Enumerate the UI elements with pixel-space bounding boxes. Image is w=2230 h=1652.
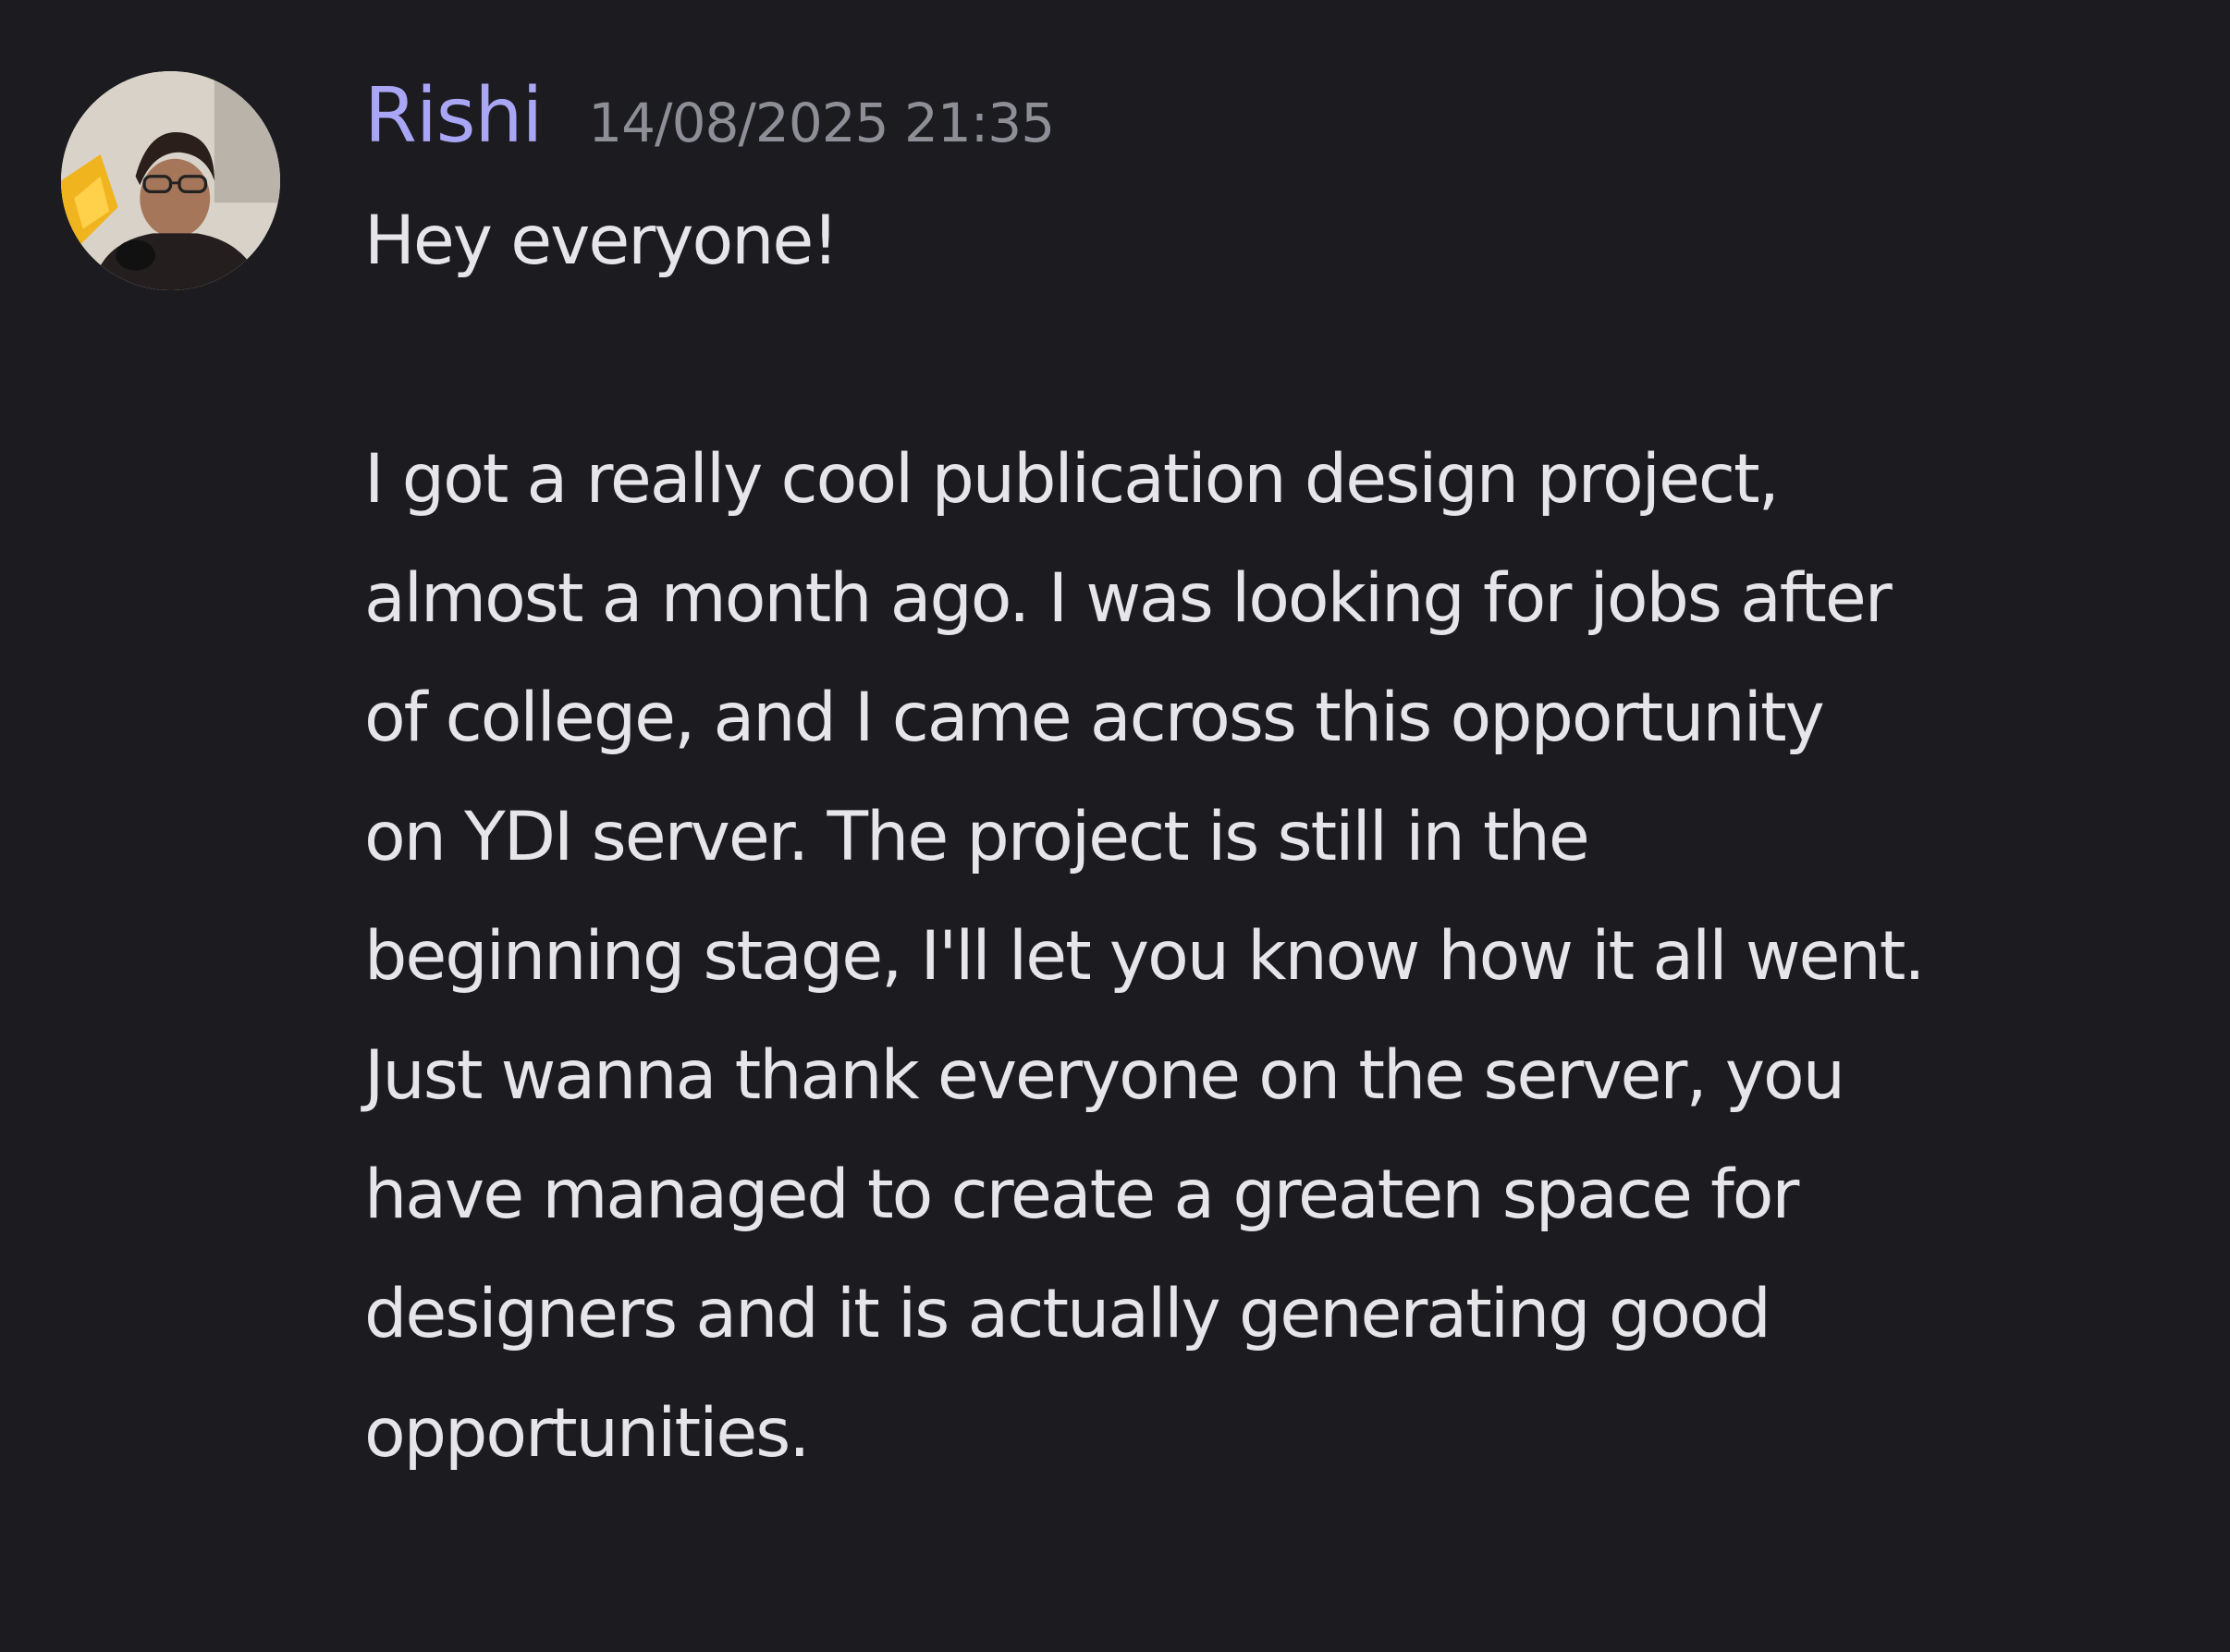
avatar-photo bbox=[61, 71, 280, 290]
message-line: of college, and I came across this oppor… bbox=[364, 679, 1825, 757]
message-line: have managed to create a greaten space f… bbox=[364, 1156, 1799, 1234]
message-line: beginning stage, I'll let you know how i… bbox=[364, 917, 1926, 996]
username[interactable]: Rishi bbox=[364, 72, 543, 160]
timestamp: 14/08/2025 21:35 bbox=[588, 92, 1055, 154]
message-line: designers and it is actually generating … bbox=[364, 1275, 1771, 1353]
message-line: on YDI server. The project is still in t… bbox=[364, 798, 1590, 876]
message-line: Hey everyone! bbox=[364, 202, 839, 280]
message-header: Rishi 14/08/2025 21:35 bbox=[364, 72, 1055, 168]
message-line: opportunities. bbox=[364, 1394, 811, 1473]
message-line: Just wanna thank everyone on the server,… bbox=[364, 1036, 1845, 1115]
message-line: almost a month ago. I was looking for jo… bbox=[364, 559, 1893, 638]
avatar[interactable] bbox=[61, 71, 280, 290]
chat-message: Rishi 14/08/2025 21:35 Hey everyone! I g… bbox=[0, 0, 2230, 1652]
message-content: Hey everyone! I got a really cool public… bbox=[364, 181, 2204, 1493]
message-line: I got a really cool publication design p… bbox=[364, 440, 1780, 519]
